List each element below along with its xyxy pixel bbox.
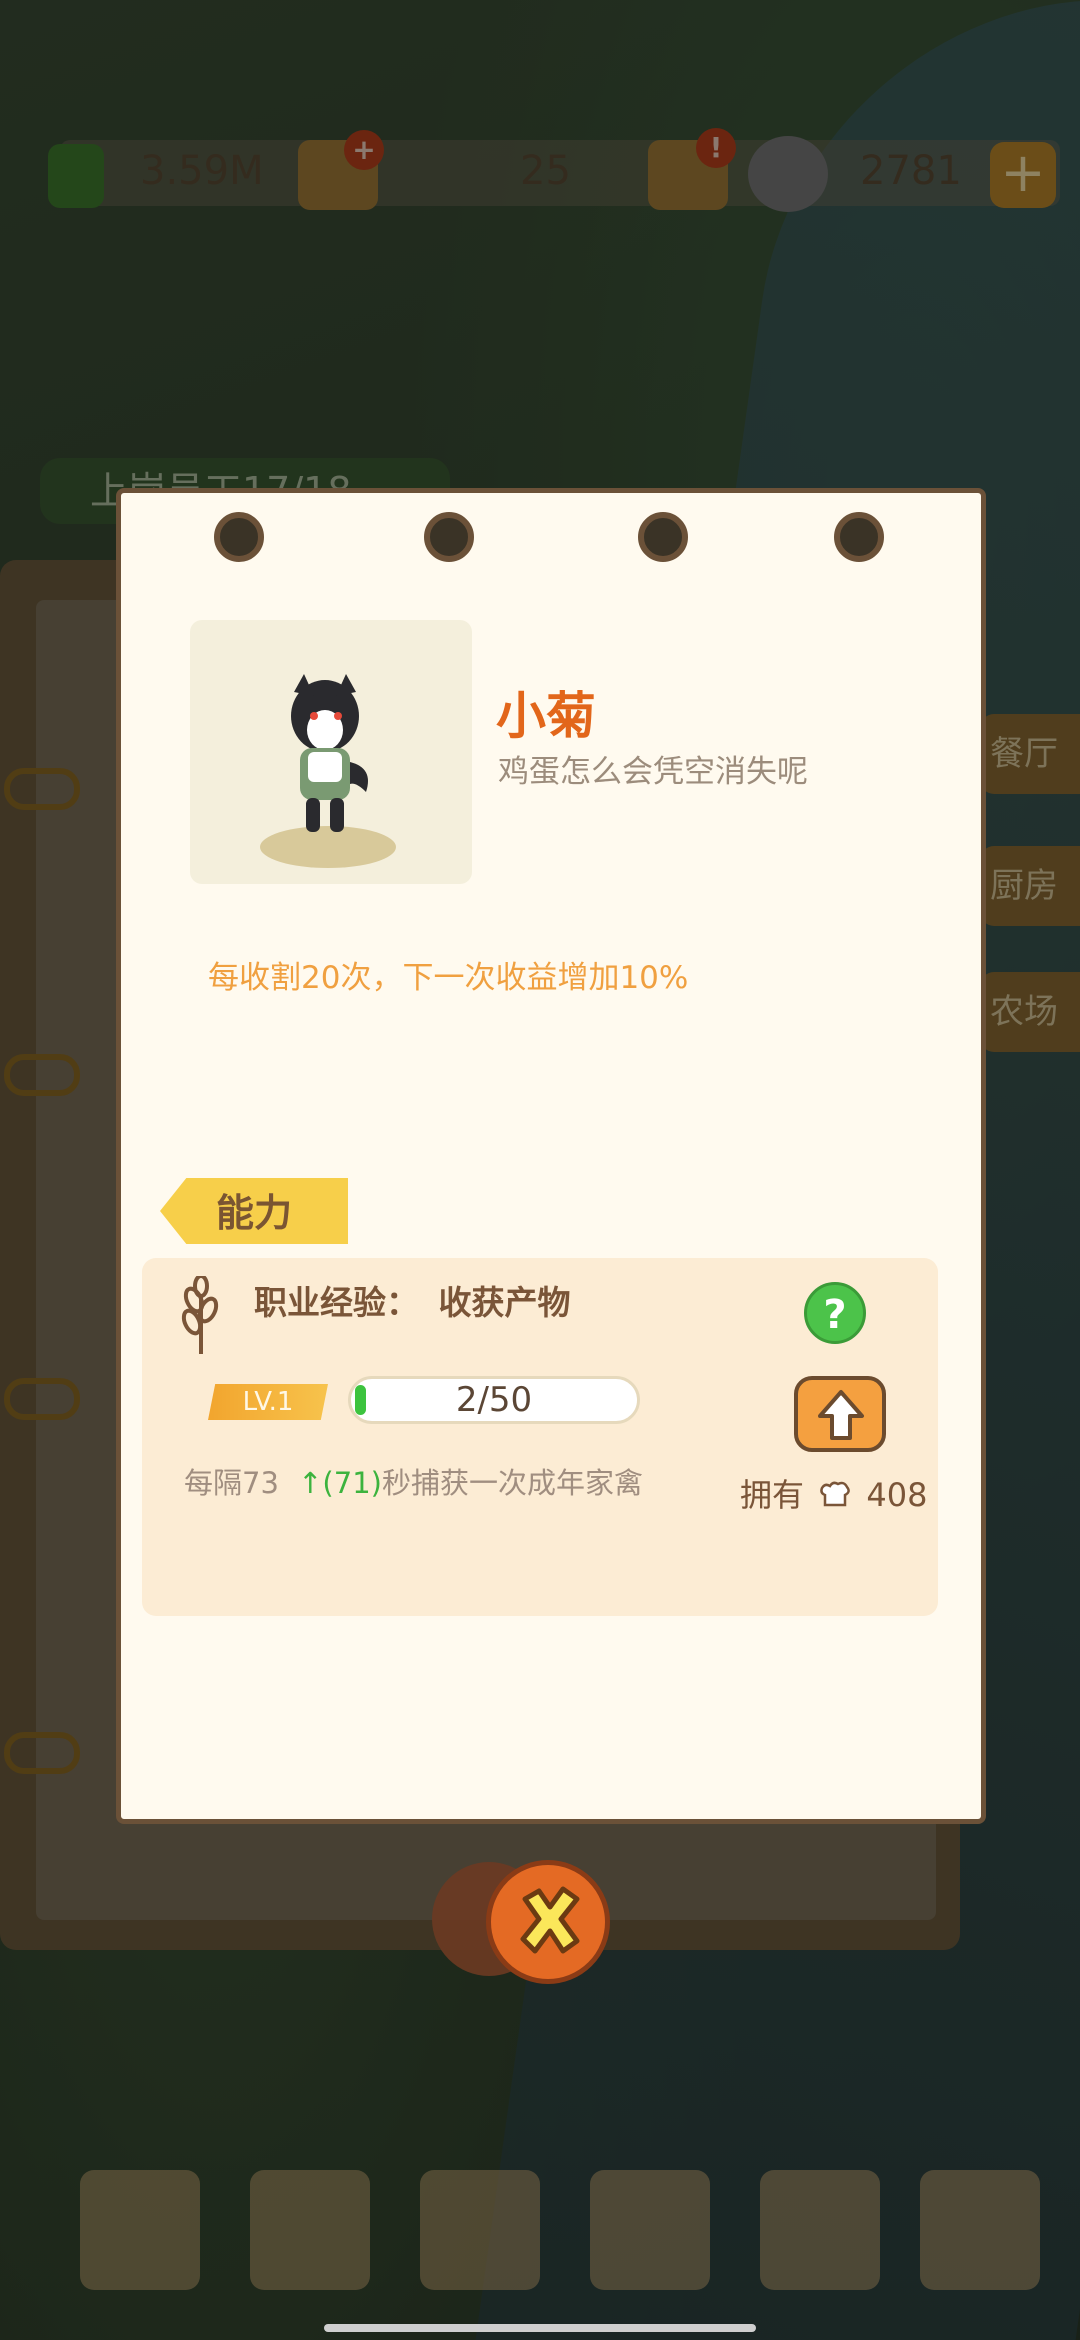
upgrade-arrow-icon bbox=[818, 1390, 864, 1440]
home-indicator[interactable] bbox=[324, 2324, 756, 2332]
character-name: 小菊 bbox=[496, 687, 596, 745]
dock-card-icon[interactable] bbox=[760, 2170, 880, 2290]
wheat-icon bbox=[181, 1276, 219, 1354]
upgrade-button[interactable] bbox=[794, 1376, 886, 1452]
interval-improvement: ↑(71) bbox=[298, 1466, 382, 1500]
help-button[interactable]: ? bbox=[804, 1282, 866, 1344]
close-icon bbox=[520, 1886, 580, 1954]
dog-character-image bbox=[291, 674, 368, 832]
binder-hole bbox=[638, 512, 688, 562]
close-button[interactable] bbox=[486, 1860, 610, 1984]
job-experience-title: 职业经验： bbox=[254, 1283, 419, 1322]
binder-hole bbox=[834, 512, 884, 562]
dock-menu-icon[interactable] bbox=[420, 2170, 540, 2290]
experience-progress-bar: 2/50 bbox=[348, 1376, 640, 1424]
dock-folder-icon[interactable] bbox=[920, 2170, 1040, 2290]
job-experience-label: 职业经验： 收获产物 bbox=[254, 1276, 571, 1324]
owned-count: 拥有 408 bbox=[740, 1470, 927, 1516]
chef-hat-icon bbox=[820, 1481, 851, 1507]
capture-interval-text: 每隔73 ↑(71)秒捕获一次成年家禽 bbox=[184, 1460, 643, 1502]
dock-pot-icon[interactable] bbox=[250, 2170, 370, 2290]
interval-prefix: 每隔73 bbox=[184, 1466, 279, 1500]
owned-label: 拥有 bbox=[740, 1476, 805, 1514]
character-description: 鸡蛋怎么会凭空消失呢 bbox=[498, 754, 808, 790]
dock-map-icon[interactable] bbox=[80, 2170, 200, 2290]
binder-hole bbox=[424, 512, 474, 562]
level-badge: LV.1 bbox=[208, 1384, 328, 1420]
ability-tab[interactable]: 能力 bbox=[160, 1178, 348, 1244]
experience-progress-text: 2/50 bbox=[455, 1380, 533, 1420]
dock-gift-icon[interactable] bbox=[590, 2170, 710, 2290]
owned-value: 408 bbox=[866, 1476, 928, 1514]
job-experience-value: 收获产物 bbox=[438, 1283, 571, 1322]
interval-suffix: 秒捕获一次成年家禽 bbox=[381, 1466, 643, 1500]
character-skill: 每收割20次，下一次收益增加10% bbox=[208, 960, 689, 996]
binder-hole bbox=[214, 512, 264, 562]
